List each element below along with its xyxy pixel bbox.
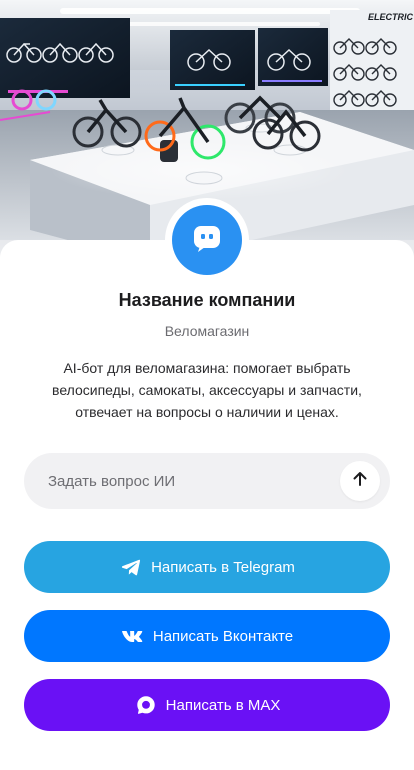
avatar: [172, 205, 242, 275]
company-name: Название компании: [118, 290, 296, 310]
max-icon: [134, 693, 158, 717]
vk-icon: [121, 624, 145, 648]
telegram-button-label: Написать в Telegram: [151, 558, 295, 576]
storefront-sign: ELECTRIC: [368, 12, 414, 22]
company-description: AI-бот для веломагазина: помогает выбрат…: [52, 360, 362, 420]
telegram-button[interactable]: Написать в Telegram: [24, 541, 390, 593]
telegram-icon: [119, 555, 143, 579]
chat-bot-icon: [191, 222, 223, 259]
vk-button-label: Написать Вконтакте: [152, 627, 294, 645]
arrow-up-icon: [351, 470, 369, 493]
company-category: Веломагазин: [164, 323, 250, 339]
max-button[interactable]: Написать в MAX: [24, 679, 390, 731]
page: ELECTRIC Название компании Веломагазин A…: [0, 0, 414, 770]
vk-button[interactable]: Написать Вконтакте: [24, 610, 390, 662]
max-button-label: Написать в MAX: [165, 696, 281, 714]
ask-ai-input[interactable]: [48, 453, 348, 509]
ask-ai-box: [24, 453, 390, 509]
send-button[interactable]: [340, 461, 380, 501]
